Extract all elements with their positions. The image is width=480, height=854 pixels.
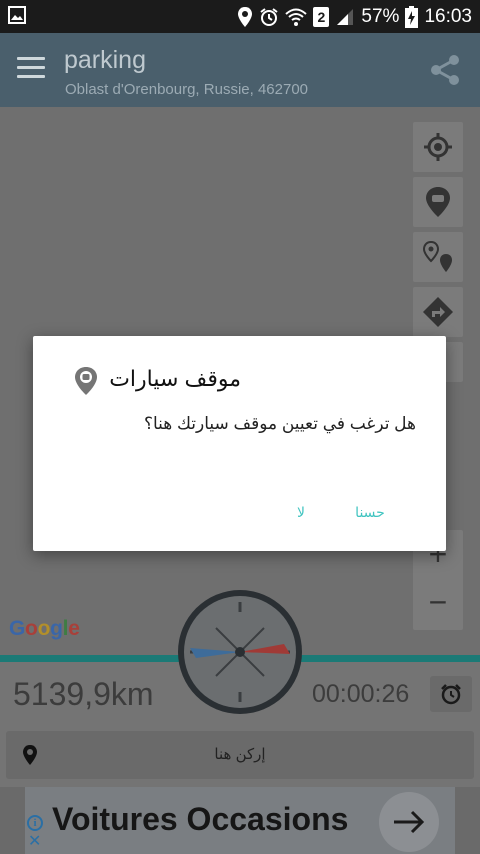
- google-logo: Google: [9, 617, 80, 640]
- ad-text[interactable]: Voitures Occasions: [52, 801, 348, 838]
- app-bar: parking Oblast d'Orenbourg, Russie, 4627…: [0, 33, 480, 107]
- clock: 16:03: [424, 6, 472, 27]
- distance-readout: 5139,9km: [13, 676, 154, 712]
- zoom-out-button[interactable]: −: [413, 586, 463, 618]
- alarm-clock-icon: [441, 684, 461, 705]
- gallery-icon: [8, 6, 26, 24]
- markers-button[interactable]: [413, 232, 463, 282]
- dialog-message: هل ترغب في تعيين موقف سيارتك هنا؟: [143, 414, 416, 433]
- car-marker-button[interactable]: [413, 177, 463, 227]
- parking-pin-icon: [75, 367, 97, 395]
- alarm-icon: [260, 8, 279, 26]
- park-here-label: إركن هنا: [214, 746, 266, 763]
- cancel-button[interactable]: لا: [297, 504, 305, 521]
- hamburger-menu-icon[interactable]: [17, 57, 45, 81]
- my-location-icon: [424, 133, 452, 161]
- my-location-button[interactable]: [413, 122, 463, 172]
- status-bar: 2 57% 16:03: [0, 0, 480, 33]
- ad-arrow-icon[interactable]: [378, 791, 440, 853]
- sim-slot-badge: 2: [313, 7, 330, 27]
- markers-icon: [422, 240, 452, 272]
- car-marker-icon: [426, 187, 450, 217]
- signal-icon: [337, 9, 354, 25]
- location-icon: [238, 7, 253, 27]
- ad-info-icon[interactable]: i: [27, 815, 43, 831]
- alarm-button[interactable]: [430, 676, 472, 712]
- set-parking-dialog: موقف سيارات هل ترغب في تعيين موقف سيارتك…: [33, 336, 446, 551]
- timer-readout: 00:00:26: [312, 680, 410, 708]
- battery-percent: 57%: [361, 6, 400, 27]
- share-icon[interactable]: [428, 53, 462, 87]
- compass-icon: [178, 590, 302, 714]
- wifi-icon: [285, 8, 308, 26]
- park-here-button[interactable]: إركن هنا: [6, 731, 474, 779]
- directions-button[interactable]: [413, 287, 463, 337]
- app-subtitle: Oblast d'Orenbourg, Russie, 462700: [65, 81, 309, 98]
- app-title: parking: [64, 46, 146, 74]
- ok-button[interactable]: حسنا: [355, 504, 385, 521]
- ad-close-icon[interactable]: ✕: [28, 834, 41, 850]
- directions-icon: [423, 297, 453, 327]
- battery-charging-icon: [405, 6, 419, 28]
- dialog-title: موقف سيارات: [109, 366, 241, 391]
